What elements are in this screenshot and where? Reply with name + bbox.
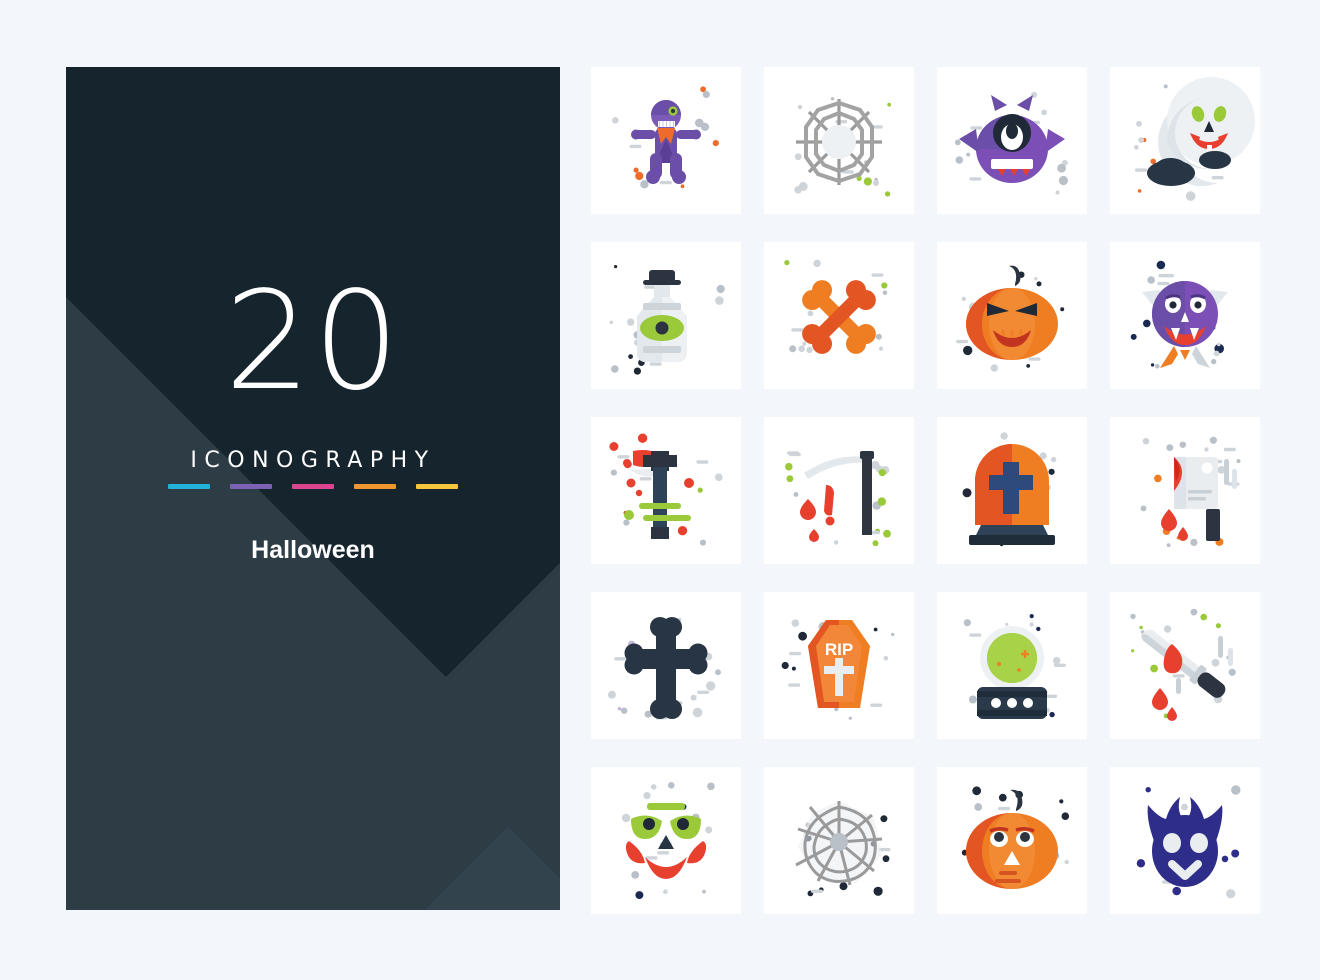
hero-subtitle: ICONOGRAPHY — [190, 448, 436, 473]
swatch-cyan — [168, 484, 210, 489]
icon-card[interactable] — [764, 417, 914, 564]
voodoo-doll-icon[interactable] — [591, 67, 741, 214]
icon-card[interactable] — [937, 592, 1087, 739]
bloody-axe-icon[interactable] — [591, 417, 741, 564]
icon-card[interactable] — [937, 417, 1087, 564]
bloody-knife-icon[interactable] — [1110, 592, 1260, 739]
icon-card[interactable] — [591, 242, 741, 389]
cobweb-icon[interactable] — [764, 767, 914, 914]
spider-web-icon[interactable] — [764, 67, 914, 214]
icon-card[interactable] — [1110, 417, 1260, 564]
cleaver-icon[interactable] — [1110, 417, 1260, 564]
swatch-pink — [292, 484, 334, 489]
icon-count: 20 — [224, 263, 402, 421]
swatch-yellow — [416, 484, 458, 489]
icon-grid: RIP — [591, 67, 1260, 914]
diagonal-stripe-light-2 — [388, 826, 560, 910]
potion-bottle-icon[interactable] — [591, 242, 741, 389]
rip-coffin-icon[interactable]: RIP — [764, 592, 914, 739]
icon-card[interactable] — [1110, 242, 1260, 389]
jack-o-lantern-icon[interactable] — [937, 242, 1087, 389]
crossbones-icon[interactable] — [764, 242, 914, 389]
icon-card[interactable] — [1110, 592, 1260, 739]
devil-icon[interactable] — [1110, 767, 1260, 914]
icon-card[interactable] — [591, 67, 741, 214]
swatch-purple — [230, 484, 272, 489]
icon-card[interactable] — [937, 767, 1087, 914]
icon-card[interactable] — [764, 767, 914, 914]
hero-panel: 20 ICONOGRAPHY Halloween — [66, 67, 560, 910]
svg-text:RIP: RIP — [825, 640, 853, 659]
icon-card[interactable] — [591, 767, 741, 914]
scythe-icon[interactable] — [764, 417, 914, 564]
icon-card[interactable] — [937, 67, 1087, 214]
cyclops-monster-icon[interactable] — [937, 67, 1087, 214]
crystal-ball-icon[interactable] — [937, 592, 1087, 739]
icon-card[interactable]: RIP — [764, 592, 914, 739]
icon-card[interactable] — [1110, 67, 1260, 214]
scary-moon-icon[interactable] — [1110, 67, 1260, 214]
color-swatch-row — [66, 484, 560, 489]
icon-card[interactable] — [591, 592, 741, 739]
icon-card[interactable] — [591, 417, 741, 564]
bone-cross-icon[interactable] — [591, 592, 741, 739]
monster-face-icon[interactable] — [591, 767, 741, 914]
category-title: Halloween — [251, 536, 375, 564]
icon-card[interactable] — [1110, 767, 1260, 914]
pumpkin-icon[interactable] — [937, 767, 1087, 914]
vampire-icon[interactable] — [1110, 242, 1260, 389]
icon-card[interactable] — [764, 67, 914, 214]
swatch-orange — [354, 484, 396, 489]
icon-card[interactable] — [937, 242, 1087, 389]
hero-content: 20 ICONOGRAPHY Halloween — [66, 67, 560, 565]
tombstone-icon[interactable] — [937, 417, 1087, 564]
icon-card[interactable] — [764, 242, 914, 389]
